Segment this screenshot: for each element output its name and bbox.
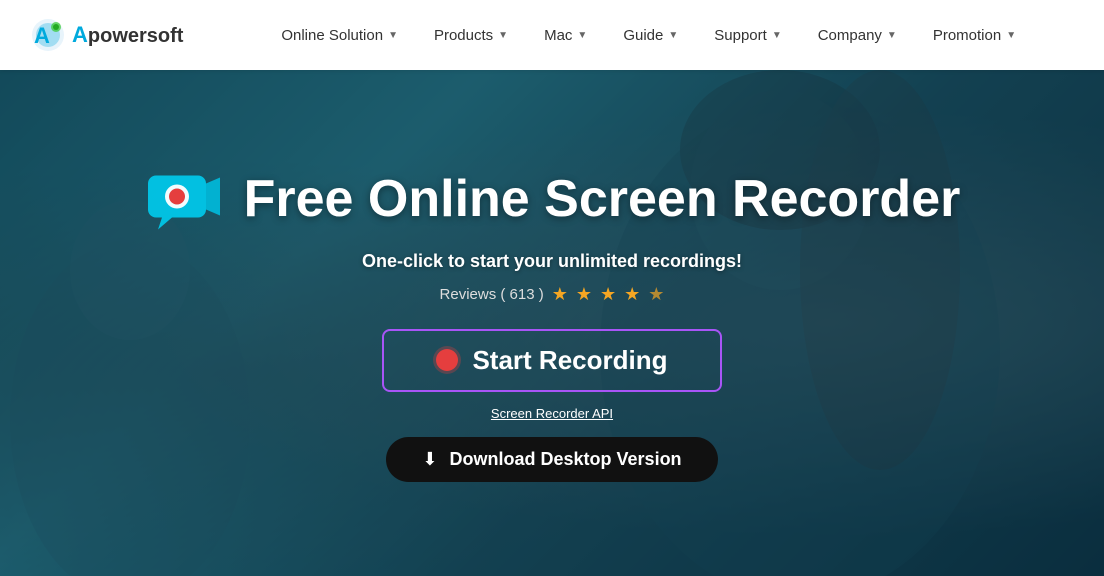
start-recording-button[interactable]: Start Recording [382, 329, 722, 392]
title-row: Free Online Screen Recorder [144, 165, 961, 235]
nav-item-mac[interactable]: Mac ▼ [526, 0, 605, 70]
nav-item-products[interactable]: Products ▼ [416, 0, 526, 70]
chevron-down-icon: ▼ [668, 30, 678, 41]
hero-section: Free Online Screen Recorder One-click to… [0, 70, 1104, 576]
nav-item-support[interactable]: Support ▼ [696, 0, 799, 70]
reviews-label: Reviews ( 613 ) [440, 286, 544, 303]
star-3: ★ [600, 284, 616, 305]
svg-text:A: A [34, 23, 50, 48]
nav-item-promotion[interactable]: Promotion ▼ [915, 0, 1034, 70]
screen-recorder-icon [144, 165, 224, 235]
hero-title: Free Online Screen Recorder [244, 171, 961, 228]
chevron-down-icon: ▼ [1006, 30, 1016, 41]
nav-item-guide[interactable]: Guide ▼ [605, 0, 696, 70]
logo-text: Apowersoft [72, 22, 183, 48]
chevron-down-icon: ▼ [887, 30, 897, 41]
chevron-down-icon: ▼ [388, 30, 398, 41]
hero-subtitle: One-click to start your unlimited record… [362, 251, 742, 272]
record-indicator-icon [436, 349, 458, 371]
star-half: ★ [648, 284, 664, 305]
nav-item-online-solution[interactable]: Online Solution ▼ [263, 0, 416, 70]
download-desktop-button[interactable]: ⬇ Download Desktop Version [386, 437, 717, 482]
camera-icon-wrap [144, 165, 224, 235]
logo-icon: A [30, 17, 66, 53]
screen-recorder-api-link[interactable]: Screen Recorder API [491, 406, 613, 421]
star-4: ★ [624, 284, 640, 305]
navbar: A Apowersoft Online Solution ▼ Products … [0, 0, 1104, 70]
start-recording-label: Start Recording [472, 345, 667, 376]
reviews-row: Reviews ( 613 ) ★ ★ ★ ★ ★ [440, 284, 665, 305]
hero-content: Free Online Screen Recorder One-click to… [124, 165, 981, 482]
main-nav: Online Solution ▼ Products ▼ Mac ▼ Guide… [223, 0, 1074, 70]
star-2: ★ [576, 284, 592, 305]
nav-item-company[interactable]: Company ▼ [800, 0, 915, 70]
api-link-label: Screen Recorder API [491, 406, 613, 421]
download-desktop-label: Download Desktop Version [450, 449, 682, 470]
chevron-down-icon: ▼ [577, 30, 587, 41]
chevron-down-icon: ▼ [498, 30, 508, 41]
logo[interactable]: A Apowersoft [30, 17, 183, 53]
star-1: ★ [552, 284, 568, 305]
chevron-down-icon: ▼ [772, 30, 782, 41]
download-icon: ⬇ [422, 449, 437, 470]
